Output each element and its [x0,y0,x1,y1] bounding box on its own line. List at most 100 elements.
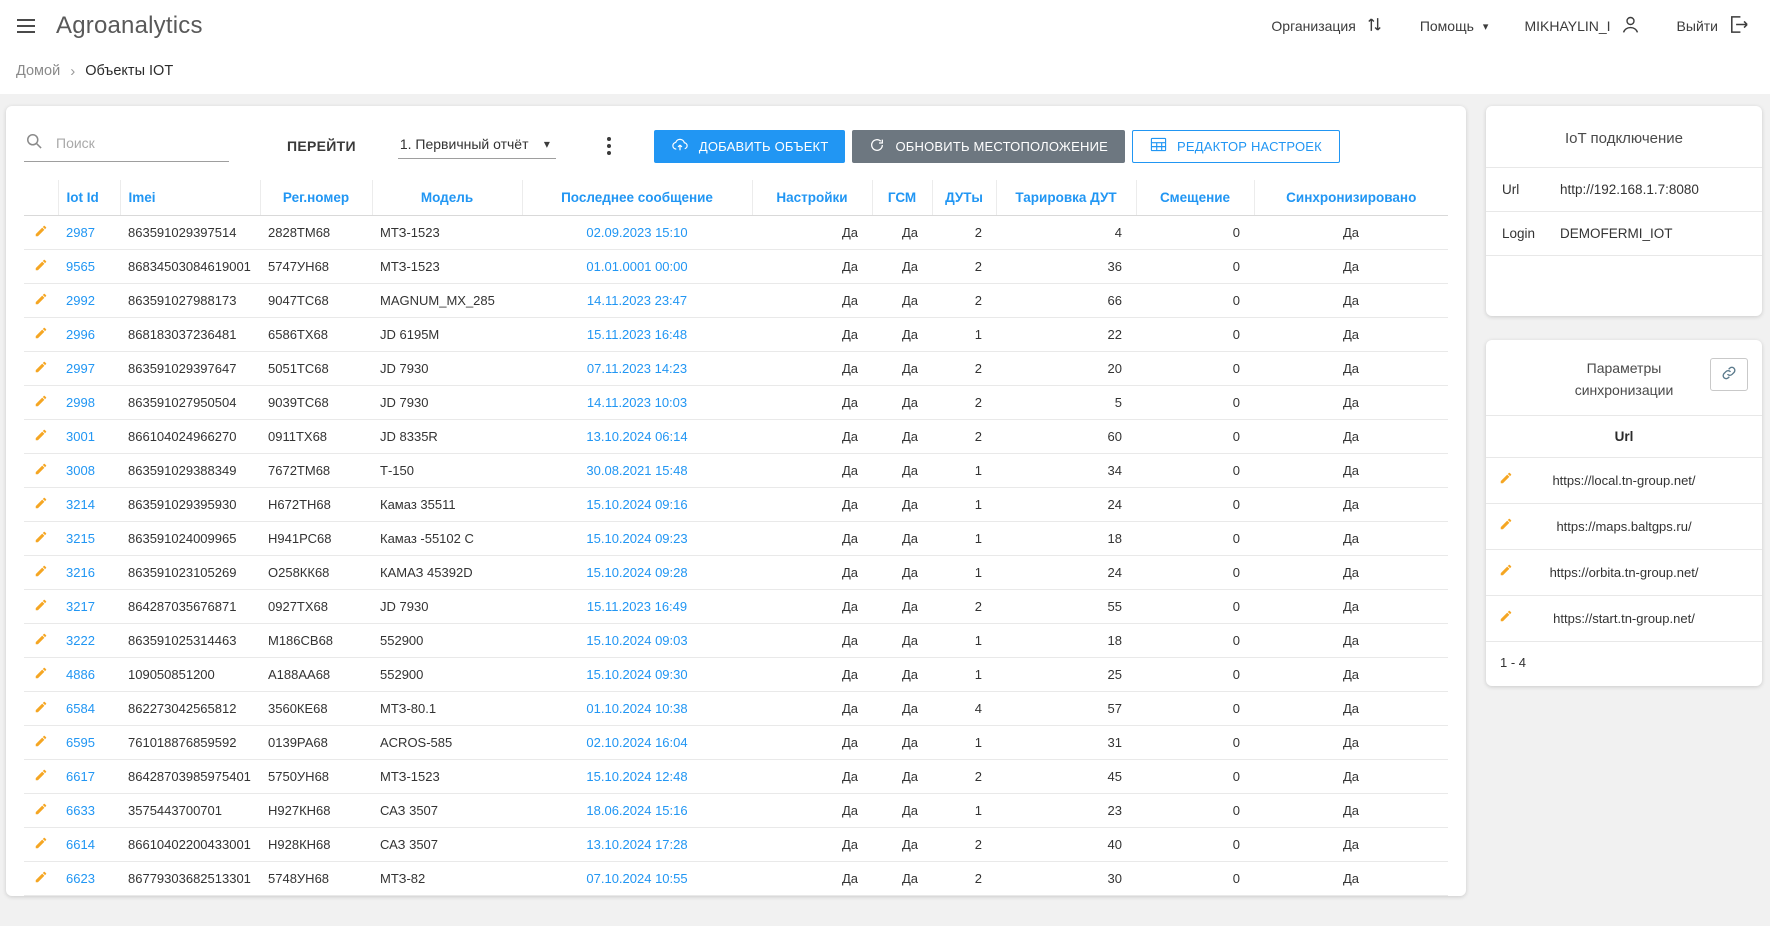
cell-settings: Да [752,624,872,658]
user-button[interactable]: MIKHAYLIN_I [1524,14,1640,38]
cell-duts: 1 [932,454,996,488]
cell-iot-id[interactable]: 6595 [58,726,120,760]
cell-iot-id[interactable]: 6623 [58,862,120,896]
edit-url-button[interactable] [1499,471,1513,488]
cell-settings: Да [752,488,872,522]
cell-last-message[interactable]: 15.10.2024 09:16 [522,488,752,522]
edit-row-button[interactable] [24,828,58,862]
cell-iot-id[interactable]: 4886 [58,658,120,692]
edit-url-button[interactable] [1499,517,1513,534]
report-select[interactable]: 1. Первичный отчёт ▾ [398,133,556,159]
cell-iot-id[interactable]: 6633 [58,794,120,828]
edit-row-button[interactable] [24,692,58,726]
edit-row-button[interactable] [24,250,58,284]
cell-iot-id[interactable]: 3215 [58,522,120,556]
help-button[interactable]: Помощь ▾ [1420,18,1489,34]
cell-iot-id[interactable]: 3001 [58,420,120,454]
edit-row-button[interactable] [24,658,58,692]
cell-iot-id[interactable]: 2987 [58,216,120,250]
cell-last-message[interactable]: 02.10.2024 16:04 [522,726,752,760]
cell-settings: Да [752,692,872,726]
cell-iot-id[interactable]: 6617 [58,760,120,794]
column-header[interactable]: Iot Id [58,180,120,216]
update-location-button[interactable]: ОБНОВИТЬ МЕСТОПОЛОЖЕНИЕ [852,130,1125,163]
kebab-menu-icon[interactable] [598,132,620,160]
column-header[interactable]: ГСМ [872,180,932,216]
edit-row-button[interactable] [24,284,58,318]
column-header[interactable]: Настройки [752,180,872,216]
edit-row-button[interactable] [24,352,58,386]
cell-last-message[interactable]: 07.11.2023 14:23 [522,352,752,386]
cell-last-message[interactable]: 13.10.2024 06:14 [522,420,752,454]
cell-last-message[interactable]: 07.10.2024 10:55 [522,862,752,896]
edit-url-button[interactable] [1499,609,1513,626]
cell-last-message[interactable]: 13.10.2024 17:28 [522,828,752,862]
search-input[interactable] [56,135,229,151]
cell-iot-id[interactable]: 6614 [58,828,120,862]
cell-iot-id[interactable]: 9565 [58,250,120,284]
breadcrumb-home[interactable]: Домой [16,63,60,79]
add-object-button[interactable]: ДОБАВИТЬ ОБЪЕКТ [654,130,846,163]
cell-iot-id[interactable]: 2992 [58,284,120,318]
edit-row-button[interactable] [24,216,58,250]
edit-row-button[interactable] [24,590,58,624]
go-button[interactable]: ПЕРЕЙТИ [287,138,356,154]
column-header[interactable]: Последнее сообщение [522,180,752,216]
cell-iot-id[interactable]: 3008 [58,454,120,488]
column-header[interactable]: Imei [120,180,260,216]
username-label: MIKHAYLIN_I [1524,18,1610,34]
table-row: 3215863591024009965Н941РС68Камаз -55102 … [24,522,1448,556]
cell-last-message[interactable]: 15.10.2024 09:28 [522,556,752,590]
edit-row-button[interactable] [24,386,58,420]
cell-iot-id[interactable]: 3217 [58,590,120,624]
edit-row-button[interactable] [24,420,58,454]
edit-url-button[interactable] [1499,563,1513,580]
cell-settings: Да [752,250,872,284]
page-content: ПЕРЕЙТИ 1. Первичный отчёт ▾ ДОБАВИТЬ ОБ… [0,94,1770,896]
edit-row-button[interactable] [24,624,58,658]
cell-last-message[interactable]: 15.10.2024 12:48 [522,760,752,794]
edit-row-button[interactable] [24,760,58,794]
cell-gsm: Да [872,760,932,794]
settings-editor-button[interactable]: РЕДАКТОР НАСТРОЕК [1132,130,1340,163]
cell-last-message[interactable]: 02.09.2023 15:10 [522,216,752,250]
cell-calibration: 5 [996,386,1136,420]
cell-iot-id[interactable]: 6584 [58,692,120,726]
cell-last-message[interactable]: 15.10.2024 09:30 [522,658,752,692]
column-header[interactable]: Рег.номер [260,180,372,216]
cell-iot-id[interactable]: 3216 [58,556,120,590]
edit-row-button[interactable] [24,726,58,760]
edit-row-button[interactable] [24,522,58,556]
edit-row-button[interactable] [24,862,58,896]
cell-gsm: Да [872,828,932,862]
cell-last-message[interactable]: 01.10.2024 10:38 [522,692,752,726]
cell-iot-id[interactable]: 2996 [58,318,120,352]
cell-last-message[interactable]: 30.08.2021 15:48 [522,454,752,488]
edit-row-button[interactable] [24,556,58,590]
column-header[interactable]: ДУТы [932,180,996,216]
cell-iot-id[interactable]: 3214 [58,488,120,522]
column-header[interactable]: Тарировка ДУТ [996,180,1136,216]
cell-iot-id[interactable]: 2998 [58,386,120,420]
logout-button[interactable]: Выйти [1677,13,1750,39]
cell-last-message[interactable]: 18.06.2024 15:16 [522,794,752,828]
cell-last-message[interactable]: 14.11.2023 10:03 [522,386,752,420]
cell-last-message[interactable]: 14.11.2023 23:47 [522,284,752,318]
edit-row-button[interactable] [24,318,58,352]
cell-last-message[interactable]: 01.01.0001 00:00 [522,250,752,284]
column-header[interactable]: Синхронизировано [1254,180,1448,216]
link-button[interactable] [1710,358,1748,391]
edit-row-button[interactable] [24,488,58,522]
edit-row-button[interactable] [24,454,58,488]
cell-last-message[interactable]: 15.10.2024 09:23 [522,522,752,556]
cell-iot-id[interactable]: 2997 [58,352,120,386]
column-header[interactable]: Модель [372,180,522,216]
cell-last-message[interactable]: 15.11.2023 16:48 [522,318,752,352]
column-header[interactable]: Смещение [1136,180,1254,216]
cell-last-message[interactable]: 15.10.2024 09:03 [522,624,752,658]
organization-button[interactable]: Организация [1271,15,1383,37]
edit-row-button[interactable] [24,794,58,828]
cell-last-message[interactable]: 15.11.2023 16:49 [522,590,752,624]
menu-icon[interactable] [14,14,38,38]
cell-iot-id[interactable]: 3222 [58,624,120,658]
